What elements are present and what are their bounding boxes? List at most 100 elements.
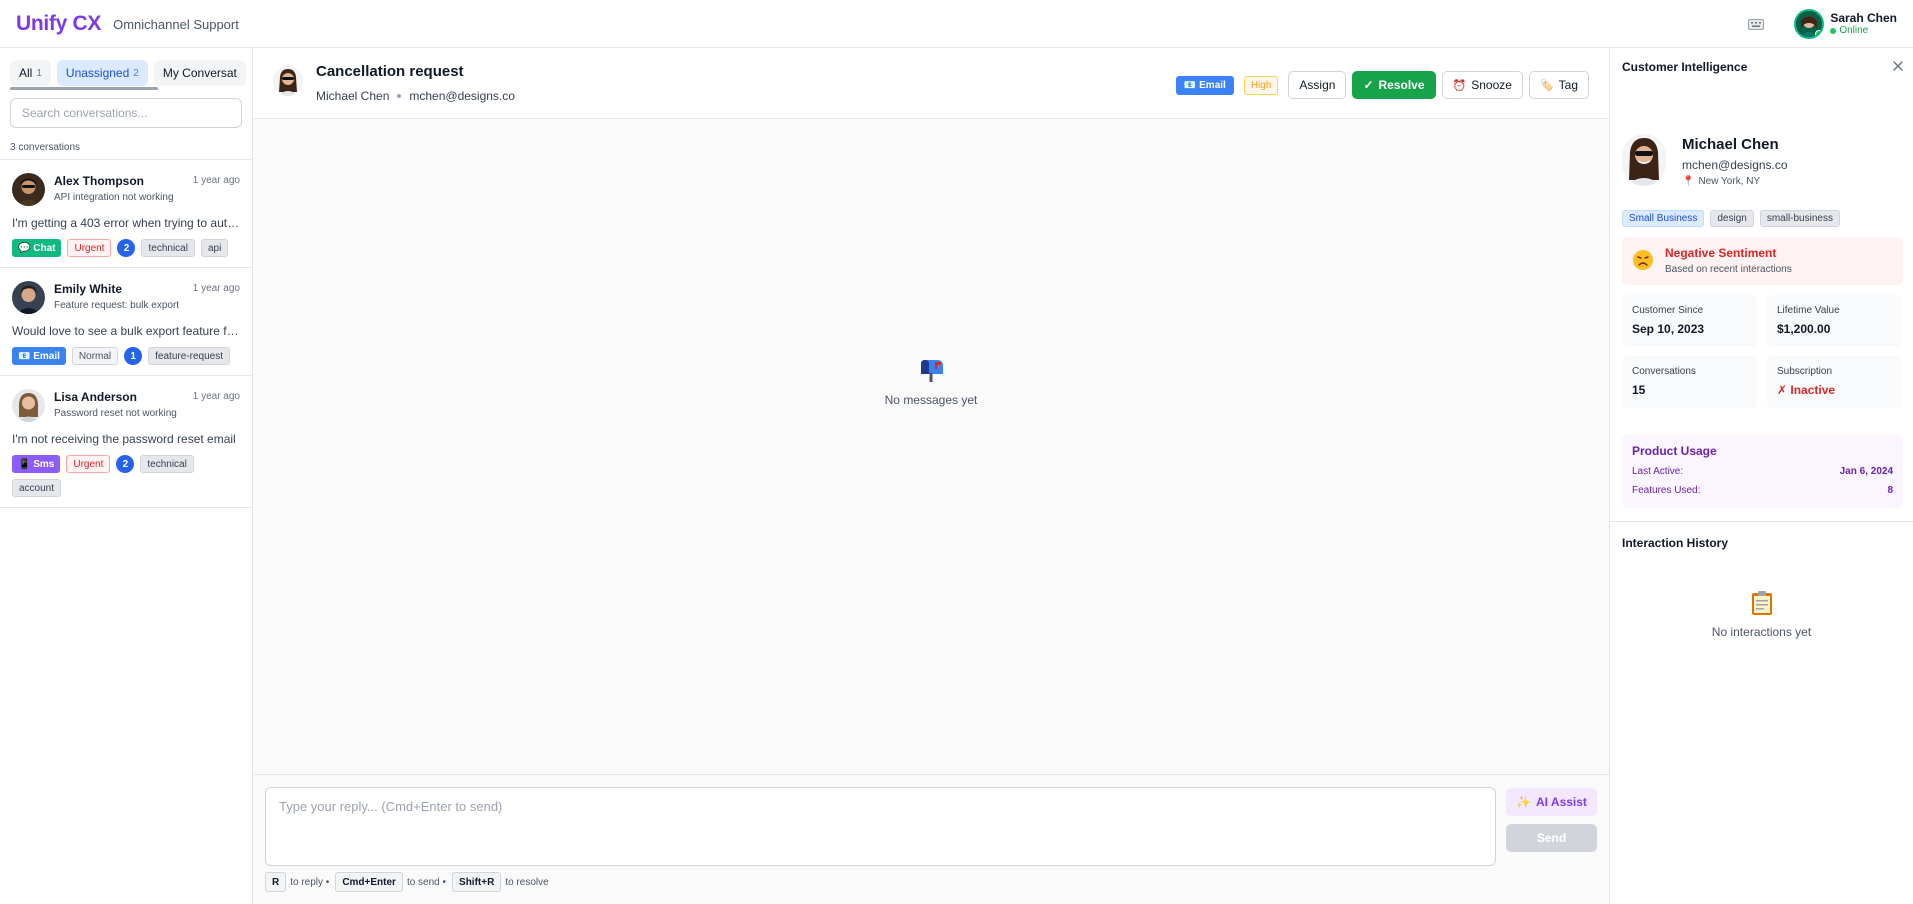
- priority-badge: Urgent: [66, 455, 111, 473]
- tag-chip: small-business: [1759, 210, 1840, 227]
- reply-composer: Type your reply... (Cmd+Enter to send) ✨…: [253, 774, 1609, 904]
- conversation-tags: 💬 Chat Urgent 2 technical api: [12, 239, 240, 257]
- shortcut-description: to reply •: [290, 876, 330, 888]
- tab-all[interactable]: All 1: [10, 60, 51, 86]
- conversation-item[interactable]: Lisa Anderson Password reset not working…: [0, 376, 252, 508]
- conversation-tags: 📱 Sms Urgent 2 technical account: [12, 455, 240, 497]
- message-preview: I'm getting a 403 error when trying to a…: [12, 216, 240, 230]
- conversation-meta: Michael Chen mchen@designs.co: [316, 89, 515, 103]
- tag-chip: technical: [141, 239, 195, 257]
- channel-label: Email: [1199, 79, 1226, 91]
- mailbox-icon: [253, 358, 1609, 385]
- sparkles-icon: ✨: [1516, 795, 1532, 809]
- email-icon: 📧: [1183, 79, 1200, 91]
- customer-location: 📍 New York, NY: [1682, 176, 1760, 187]
- conversation-subject: Password reset not working: [54, 408, 177, 419]
- conversation-header: Cancellation request Michael Chen mchen@…: [253, 48, 1609, 119]
- priority-badge: High: [1243, 75, 1279, 95]
- usage-label: Features Used:: [1632, 485, 1701, 496]
- message-count-badge: 1: [124, 347, 143, 365]
- interaction-history-title: Interaction History: [1622, 536, 1729, 550]
- user-info: Sarah Chen Online: [1830, 11, 1897, 37]
- top-bar: Unify CX Omnichannel Support Sarah Chen …: [0, 0, 1913, 48]
- divider: [1610, 521, 1913, 522]
- priority-badge: Urgent: [67, 239, 112, 257]
- separator-dot: [397, 94, 402, 98]
- empty-history-text: No interactions yet: [1711, 625, 1812, 639]
- usage-label: Last Active:: [1632, 466, 1684, 477]
- panel-title: Customer Intelligence: [1622, 60, 1748, 74]
- ai-assist-button[interactable]: ✨ AI Assist: [1506, 788, 1597, 816]
- search-input[interactable]: Search conversations...: [10, 98, 242, 128]
- reply-input[interactable]: Type your reply... (Cmd+Enter to send): [265, 787, 1496, 866]
- customer-name: Michael Chen: [1682, 136, 1779, 153]
- assign-button[interactable]: Assign: [1288, 71, 1347, 99]
- tab-unassigned[interactable]: Unassigned 2: [56, 60, 148, 86]
- tab-count: 2: [133, 67, 139, 79]
- tag-button[interactable]: 🏷️ Tag: [1528, 71, 1589, 99]
- message-count-badge: 2: [116, 455, 135, 473]
- conversation-subject: Feature request: bulk export: [54, 300, 180, 311]
- conversation-time: 1 year ago: [192, 283, 240, 294]
- stat-customer-since: Customer Since Sep 10, 2023: [1622, 295, 1757, 347]
- message-preview: Would love to see a bulk export feature …: [12, 324, 240, 338]
- stat-label: Conversations: [1632, 366, 1696, 377]
- priority-badge: Normal: [71, 347, 119, 365]
- message-preview: I'm not receiving the password reset ema…: [12, 432, 236, 446]
- ai-assist-label: AI Assist: [1536, 795, 1587, 809]
- usage-row: Last Active: Jan 6, 2024: [1632, 466, 1893, 477]
- tab-count: 1: [36, 67, 42, 79]
- customer-name: Michael Chen: [316, 89, 390, 103]
- stat-lifetime-value: Lifetime Value $1,200.00: [1767, 295, 1902, 347]
- snooze-button[interactable]: ⏰ Snooze: [1441, 71, 1523, 99]
- stat-label: Lifetime Value: [1777, 305, 1840, 316]
- tab-my-conversations[interactable]: My Conversat: [153, 60, 246, 86]
- tab-label: All: [19, 66, 33, 80]
- avatar: [12, 389, 45, 422]
- user-status: Online: [1830, 25, 1897, 37]
- conversation-subject: API integration not working: [54, 192, 174, 203]
- tab-label: Unassigned: [65, 66, 130, 80]
- customer-avatar: [1622, 134, 1666, 186]
- alarm-clock-icon: ⏰: [1452, 79, 1467, 92]
- user-name: Sarah Chen: [1830, 11, 1897, 25]
- channel-label: Email: [33, 350, 60, 362]
- send-button[interactable]: Send: [1506, 824, 1597, 852]
- shortcut-key: Cmd+Enter: [335, 872, 403, 892]
- usage-value: Jan 6, 2024: [1839, 466, 1893, 477]
- chat-icon: 💬: [18, 242, 34, 254]
- avatar: [12, 173, 45, 206]
- conversation-item[interactable]: Emily White Feature request: bulk export…: [0, 268, 252, 376]
- brand-logo[interactable]: Unify CX: [16, 12, 101, 36]
- sentiment-card: Negative Sentiment Based on recent inter…: [1622, 237, 1903, 285]
- sentiment-subtitle: Based on recent interactions: [1665, 264, 1792, 275]
- resolve-button[interactable]: ✓ Resolve: [1352, 71, 1436, 99]
- message-count-badge: 2: [117, 239, 136, 257]
- conversation-actions: 📧 Email High Assign ✓ Resolve ⏰ Snooze 🏷️ T…: [1175, 71, 1589, 99]
- location-pin-icon: 📍: [1682, 176, 1695, 187]
- user-area: Sarah Chen Online: [1746, 0, 1897, 48]
- conversation-item[interactable]: Alex Thompson API integration not workin…: [0, 160, 252, 268]
- close-icon[interactable]: [1891, 59, 1905, 73]
- channel-badge-email: 📧 Email: [1175, 75, 1234, 95]
- tag-chip: account: [12, 479, 62, 497]
- keyboard-icon[interactable]: [1746, 17, 1766, 31]
- user-avatar[interactable]: [1794, 9, 1825, 39]
- channel-label: Chat: [33, 242, 56, 254]
- shortcut-description: to send •: [406, 876, 447, 888]
- customer-name: Lisa Anderson: [54, 390, 137, 404]
- shortcut-key: Shift+R: [452, 872, 502, 892]
- channel-label: Sms: [33, 458, 55, 470]
- usage-title: Product Usage: [1632, 444, 1717, 458]
- tag-chip: feature-request: [148, 347, 230, 365]
- customer-avatar: [273, 66, 303, 96]
- tabs-scrollbar[interactable]: [10, 87, 158, 90]
- shortcut-description: to resolve: [505, 876, 549, 888]
- channel-badge-email: 📧 Email: [12, 347, 66, 365]
- tag-label: Tag: [1558, 78, 1578, 92]
- customer-email: mchen@designs.co: [409, 89, 515, 103]
- customer-tags: Small Business design small-business: [1622, 210, 1840, 227]
- avatar: [12, 281, 45, 314]
- conversation-count: 3 conversations: [0, 128, 252, 160]
- assign-label: Assign: [1299, 78, 1336, 92]
